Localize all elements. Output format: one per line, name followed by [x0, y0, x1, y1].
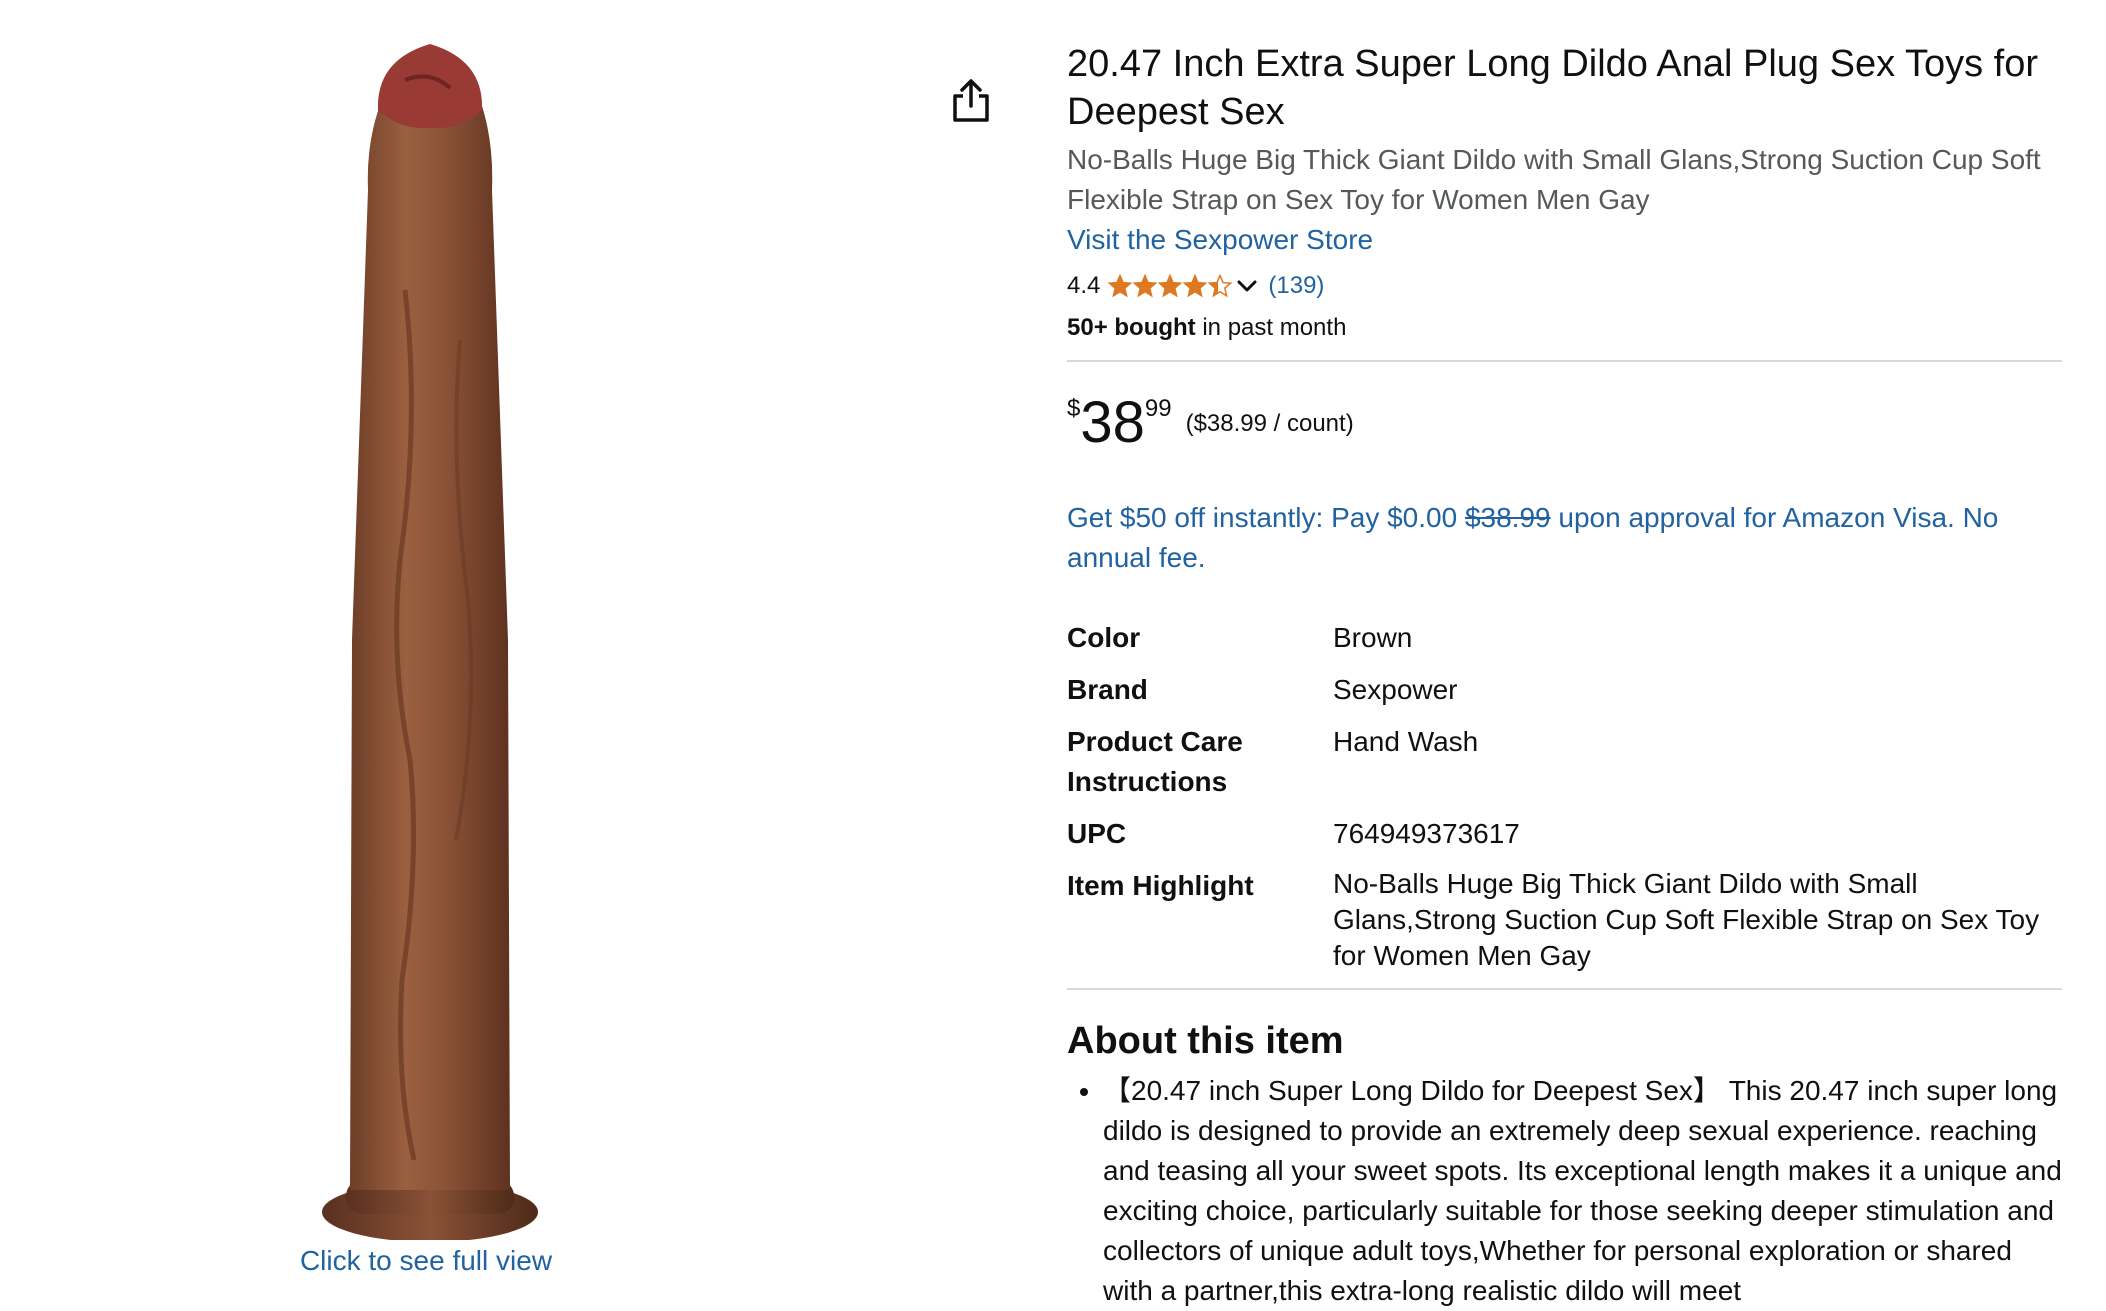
- bought-info: 50+ bought in past month: [1067, 310, 2062, 346]
- star-icon: [1108, 274, 1133, 298]
- star-icon: [1183, 274, 1208, 298]
- product-image[interactable]: [310, 40, 550, 1240]
- spec-key: Product Care Instructions: [1067, 726, 1243, 797]
- product-subtitle: No-Balls Huge Big Thick Giant Dildo with…: [1067, 144, 2041, 215]
- rating-value: 4.4: [1067, 272, 1101, 299]
- price-fraction: 99: [1144, 395, 1172, 422]
- spec-row-brand: Brand Sexpower: [1067, 670, 2062, 710]
- product-details: 20.47 Inch Extra Super Long Dildo Anal P…: [1067, 40, 2062, 1311]
- bought-period: in past month: [1195, 314, 1347, 341]
- divider: [1067, 988, 2062, 990]
- promo-strike-price: $38.99: [1464, 502, 1551, 533]
- spec-row-upc: UPC 764949373617: [1067, 814, 2062, 854]
- star-rating[interactable]: [1108, 274, 1233, 298]
- spec-value: Sexpower: [1333, 674, 1458, 705]
- spec-row-care: Product Care Instructions Hand Wash: [1067, 722, 2062, 802]
- image-panel: Click to see full view: [0, 0, 1020, 1296]
- spec-value: No-Balls Huge Big Thick Giant Dildo with…: [1333, 868, 2040, 971]
- rating-count-link[interactable]: (139): [1268, 272, 1324, 300]
- spec-row-color: Color Brown: [1067, 618, 2062, 658]
- spec-value: Brown: [1333, 622, 1413, 653]
- about-title: About this item: [1067, 1020, 1344, 1062]
- chevron-down-icon[interactable]: [1236, 275, 1258, 297]
- full-view-link[interactable]: Click to see full view: [296, 1245, 556, 1277]
- price-symbol: $: [1067, 395, 1081, 422]
- star-icon: [1208, 274, 1233, 298]
- divider: [1067, 360, 2062, 362]
- promo-text-before: Get $50 off instantly: Pay $0.00: [1067, 502, 1465, 533]
- spec-key: Brand: [1067, 674, 1148, 705]
- about-list: 【20.47 inch Super Long Dildo for Deepest…: [1067, 1071, 2062, 1311]
- spec-row-highlight: Item Highlight No-Balls Huge Big Thick G…: [1067, 866, 2062, 974]
- price: $ 38 99 ($38.99 / count): [1067, 392, 2062, 462]
- bought-count: 50+ bought: [1067, 314, 1196, 341]
- star-icon: [1133, 274, 1158, 298]
- star-icon: [1158, 274, 1183, 298]
- store-link[interactable]: Visit the Sexpower Store: [1067, 220, 1373, 260]
- share-icon[interactable]: [950, 78, 992, 124]
- spec-key: Color: [1067, 622, 1141, 653]
- spec-key: UPC: [1067, 818, 1127, 849]
- spec-key: Item Highlight: [1067, 870, 1254, 901]
- visa-promo-link[interactable]: Get $50 off instantly: Pay $0.00 $38.99 …: [1067, 498, 2062, 578]
- spec-value: 764949373617: [1333, 818, 1520, 849]
- product-title: 20.47 Inch Extra Super Long Dildo Anal P…: [1067, 43, 2039, 133]
- price-per-unit: ($38.99 / count): [1185, 410, 1354, 437]
- rating-row: 4.4 (139): [1067, 266, 2062, 306]
- spec-value: Hand Wash: [1333, 726, 1479, 757]
- about-bullet: 【20.47 inch Super Long Dildo for Deepest…: [1103, 1071, 2062, 1311]
- price-whole: 38: [1080, 390, 1145, 455]
- spec-table: Color Brown Brand Sexpower Product Care …: [1067, 618, 2062, 974]
